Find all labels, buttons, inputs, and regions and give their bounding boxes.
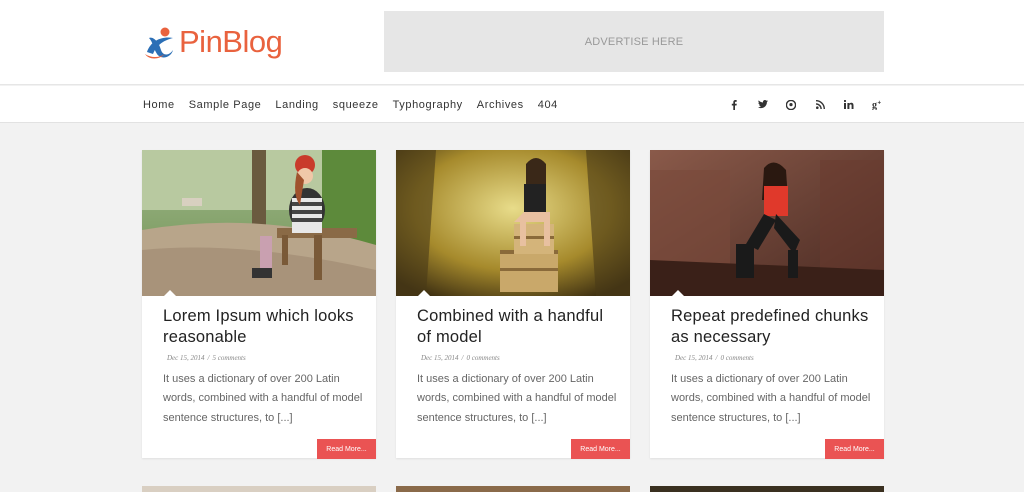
post-title[interactable]: Lorem Ipsum which looks reasonable — [163, 306, 363, 348]
rss-icon[interactable] — [806, 86, 835, 123]
post-date: Dec 15, 2014 — [167, 354, 205, 362]
post-meta: Dec 15, 2014/5 comments — [167, 354, 246, 362]
post-title[interactable]: Combined with a handful of model — [417, 306, 617, 348]
logo-text: PinBlog — [179, 24, 283, 59]
post-card: Combined with a handful of model Dec 15,… — [396, 150, 630, 459]
pinterest-icon[interactable] — [777, 86, 806, 123]
post-excerpt: It uses a dictionary of over 200 Latin w… — [417, 373, 617, 424]
read-more-button[interactable]: Read More... — [825, 439, 884, 459]
site-header: PinBlog ADVERTISE HERE — [0, 0, 1024, 85]
post-date: Dec 15, 2014 — [421, 354, 459, 362]
post-comments-link[interactable]: 0 comments — [720, 354, 753, 362]
read-more-button[interactable]: Read More... — [571, 439, 630, 459]
post-title[interactable]: Repeat predefined chunks as necessary — [671, 306, 871, 348]
post-thumbnail-partial[interactable] — [396, 486, 630, 492]
facebook-icon[interactable] — [720, 86, 749, 123]
post-excerpt: It uses a dictionary of over 200 Latin w… — [163, 373, 363, 424]
main-navigation: Home Sample Page Landing squeeze Typhogr… — [0, 86, 1024, 123]
twitter-icon[interactable] — [749, 86, 778, 123]
card-notch — [418, 290, 430, 296]
meta-separator: / — [461, 354, 464, 362]
meta-separator: / — [207, 354, 210, 362]
post-thumbnail[interactable] — [650, 150, 884, 296]
post-comments-link[interactable]: 0 comments — [466, 354, 499, 362]
post-thumbnail-partial[interactable] — [142, 486, 376, 492]
svg-text:g: g — [872, 100, 877, 110]
logo-icon — [143, 24, 177, 60]
post-thumbnail[interactable] — [396, 150, 630, 296]
advertise-banner[interactable]: ADVERTISE HERE — [384, 11, 884, 72]
linkedin-icon[interactable] — [834, 86, 863, 123]
nav-item-home[interactable]: Home — [143, 99, 175, 111]
nav-item-typhography[interactable]: Typhography — [393, 99, 463, 111]
social-links: g + — [720, 86, 892, 123]
nav-item-404[interactable]: 404 — [538, 99, 558, 111]
post-thumbnail-partial[interactable] — [650, 486, 884, 492]
post-thumbnail[interactable] — [142, 150, 376, 296]
read-more-button[interactable]: Read More... — [317, 439, 376, 459]
nav-item-landing[interactable]: Landing — [275, 99, 318, 111]
google-plus-icon[interactable]: g + — [863, 86, 892, 123]
card-notch — [672, 290, 684, 296]
post-excerpt: It uses a dictionary of over 200 Latin w… — [671, 373, 871, 424]
post-comments-link[interactable]: 5 comments — [212, 354, 245, 362]
post-date: Dec 15, 2014 — [675, 354, 713, 362]
svg-text:+: + — [877, 101, 881, 107]
nav-item-squeeze[interactable]: squeeze — [333, 99, 379, 111]
site-logo[interactable]: PinBlog — [143, 22, 283, 62]
post-meta: Dec 15, 2014/0 comments — [675, 354, 754, 362]
nav-item-archives[interactable]: Archives — [477, 99, 524, 111]
card-notch — [164, 290, 176, 296]
post-meta: Dec 15, 2014/0 comments — [421, 354, 500, 362]
post-card: Repeat predefined chunks as necessary De… — [650, 150, 884, 459]
post-card: Lorem Ipsum which looks reasonable Dec 1… — [142, 150, 376, 459]
meta-separator: / — [715, 354, 718, 362]
advertise-label: ADVERTISE HERE — [584, 35, 684, 48]
nav-menu: Home Sample Page Landing squeeze Typhogr… — [143, 86, 572, 123]
nav-item-sample-page[interactable]: Sample Page — [189, 99, 262, 111]
